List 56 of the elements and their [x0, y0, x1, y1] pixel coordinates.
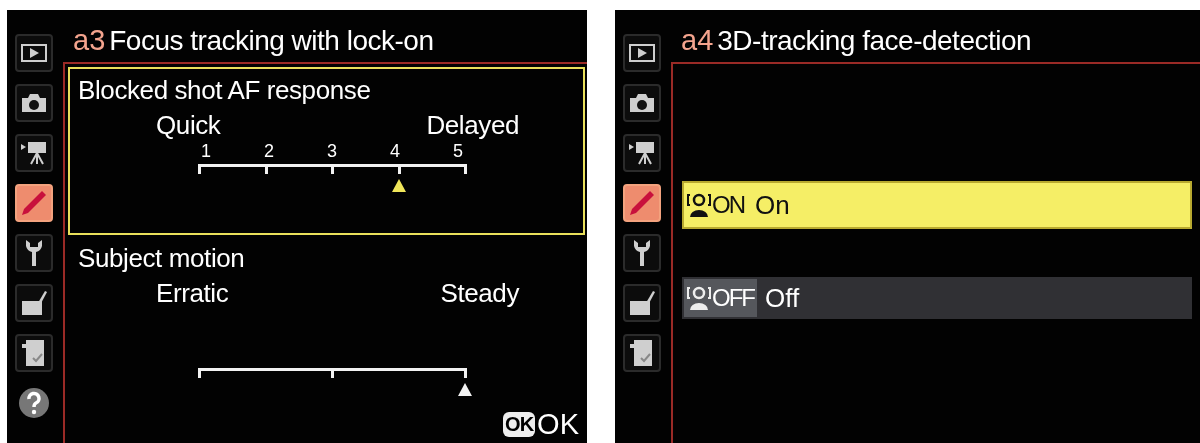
face-bracket-icon	[687, 192, 711, 218]
scale-number: 3	[327, 142, 337, 160]
pencil-icon	[628, 189, 656, 217]
wrench-icon	[631, 238, 653, 268]
position-marker[interactable]	[391, 179, 406, 192]
status-label: OFF	[712, 284, 754, 312]
scale-max-label: Delayed	[426, 110, 519, 140]
play-icon	[21, 44, 47, 62]
menu-tab[interactable]	[15, 234, 53, 272]
menu-tab[interactable]	[623, 284, 661, 322]
scale-min-label: Erratic	[156, 278, 229, 308]
option-label: On	[755, 189, 790, 221]
checklist-icon	[629, 338, 655, 368]
scale-number: 1	[201, 142, 211, 160]
menu-tab[interactable]	[15, 334, 53, 372]
option-row[interactable]: OFF Off	[682, 277, 1192, 319]
brush-icon	[20, 289, 48, 317]
face-bracket-icon	[687, 285, 711, 311]
menu-tab[interactable]	[623, 134, 661, 172]
menu-tab[interactable]	[15, 34, 53, 72]
brush-icon	[628, 289, 656, 317]
ok-key: OK	[503, 412, 536, 437]
play-icon	[629, 44, 655, 62]
help-icon	[18, 387, 50, 419]
setting-label: Blocked shot AF response	[78, 75, 372, 106]
menu-tab[interactable]	[623, 84, 661, 122]
position-marker[interactable]	[458, 383, 472, 396]
checklist-icon	[21, 338, 47, 368]
setting-box[interactable]: Subject motion Erratic Steady	[68, 235, 585, 385]
scale-number: 5	[453, 142, 463, 160]
menu-tab[interactable]	[15, 134, 53, 172]
option-label: Off	[765, 282, 800, 314]
menu-title: Focus tracking with lock-on	[109, 25, 434, 57]
setting-box[interactable]: Blocked shot AF response Quick Delayed 1 2 3 4 5	[68, 67, 585, 235]
menu-tab[interactable]	[623, 34, 661, 72]
menu-code: a4	[681, 24, 714, 57]
scale-min-label: Quick	[156, 110, 221, 140]
scale-number: 4	[390, 142, 400, 160]
wrench-icon	[23, 238, 45, 268]
scale-max-label: Steady	[440, 278, 519, 308]
menu-tab[interactable]	[623, 234, 661, 272]
menu-tab[interactable]	[15, 84, 53, 122]
status-label: ON	[712, 191, 744, 219]
ok-label[interactable]: OK	[537, 408, 579, 441]
menu-code: a3	[73, 24, 106, 57]
movie-camera-icon	[628, 140, 656, 166]
scale-number: 2	[264, 142, 274, 160]
option-row[interactable]: ON On	[682, 181, 1192, 229]
movie-camera-icon	[20, 140, 48, 166]
camera-icon	[628, 92, 656, 114]
menu-title: 3D-tracking face-detection	[717, 25, 1032, 57]
menu-tab[interactable]	[623, 334, 661, 372]
menu-tab[interactable]	[15, 284, 53, 322]
pencil-icon	[20, 189, 48, 217]
setting-label: Subject motion	[78, 243, 246, 274]
camera-icon	[20, 92, 48, 114]
